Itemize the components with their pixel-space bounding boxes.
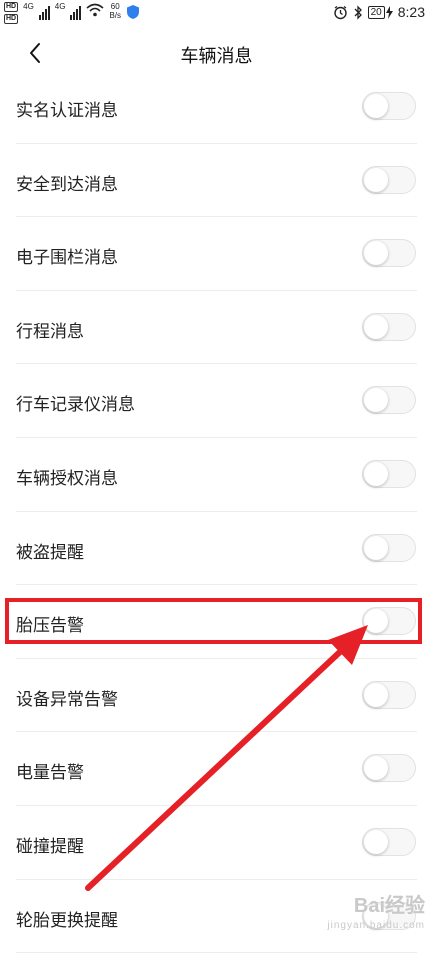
toggle-knob xyxy=(364,535,388,560)
net-type-2: 4G xyxy=(54,2,66,11)
settings-row: 碰撞提醒 xyxy=(0,806,433,880)
watermark-text: Bai经验 xyxy=(353,895,425,917)
net-speed: 60 B/s xyxy=(109,2,121,20)
toggle-knob xyxy=(364,94,388,118)
settings-row: 胎压告警 xyxy=(0,585,433,659)
settings-row: 电量告警 xyxy=(0,732,433,806)
setting-label: 电子围栏消息 xyxy=(16,248,118,269)
watermark: Bai经验 jingyan.baidu.com xyxy=(327,896,425,936)
status-left: HD HD 4G 4G 60 B/s xyxy=(4,2,140,24)
toggle-knob xyxy=(364,461,388,486)
setting-label: 碰撞提醒 xyxy=(16,836,84,857)
net-speed-value: 60 xyxy=(110,2,120,11)
toggle-switch[interactable] xyxy=(362,239,416,268)
sim-indicators: HD HD xyxy=(4,2,19,24)
settings-row: 车辆授权消息 xyxy=(0,438,433,512)
toggle-switch[interactable] xyxy=(362,92,416,120)
charging-icon xyxy=(385,5,393,19)
alarm-icon xyxy=(333,5,347,19)
settings-row: 安全到达消息 xyxy=(0,144,433,218)
toggle-knob xyxy=(364,388,388,413)
setting-label: 行程消息 xyxy=(16,321,84,342)
setting-label: 实名认证消息 xyxy=(16,101,118,121)
net-speed-unit: B/s xyxy=(109,11,122,20)
setting-label: 轮胎更换提醒 xyxy=(16,910,118,931)
setting-label: 电量告警 xyxy=(16,763,84,784)
settings-row: 行车记录仪消息 xyxy=(0,364,433,438)
toggle-knob xyxy=(364,609,388,634)
toggle-switch[interactable] xyxy=(362,459,416,488)
settings-row: 行程消息 xyxy=(0,291,433,365)
toggle-knob xyxy=(364,682,388,707)
toggle-switch[interactable] xyxy=(362,827,416,856)
setting-label: 被盗提醒 xyxy=(16,542,84,563)
setting-label: 车辆授权消息 xyxy=(16,468,118,489)
toggle-knob xyxy=(364,829,388,854)
settings-list: 实名认证消息 安全到达消息 电子围栏消息 行程消息行车记录仪消息 车辆授权消息 被盗提醒胎… xyxy=(0,70,433,953)
toggle-switch[interactable] xyxy=(362,165,416,194)
setting-label: 胎压告警 xyxy=(16,616,84,637)
battery-icon: 20 xyxy=(367,5,385,19)
status-right: 20 8:23 xyxy=(333,4,425,20)
hd-icon: HD xyxy=(4,14,19,24)
toggle-switch[interactable] xyxy=(362,607,416,636)
settings-row: 电子围栏消息 xyxy=(0,217,433,291)
toggle-switch[interactable] xyxy=(362,680,416,709)
watermark-sub: jingyan.baidu.com xyxy=(327,920,425,931)
settings-row: 被盗提醒 xyxy=(0,512,433,586)
signal-icon xyxy=(70,2,82,20)
toggle-switch[interactable] xyxy=(362,533,416,562)
settings-row: 实名认证消息 xyxy=(0,70,433,144)
status-bar: HD HD 4G 4G 60 B/s 20 8:23 xyxy=(0,0,433,26)
setting-label: 设备异常告警 xyxy=(16,689,118,710)
toggle-knob xyxy=(364,167,388,192)
toggle-knob xyxy=(364,241,388,266)
toggle-knob xyxy=(364,314,388,339)
bluetooth-icon xyxy=(354,4,362,20)
clock-time: 8:23 xyxy=(397,4,425,20)
page-title: 车辆消息 xyxy=(180,46,253,67)
settings-row: 设备异常告警 xyxy=(0,659,433,733)
toggle-switch[interactable] xyxy=(362,312,416,341)
setting-label: 行车记录仪消息 xyxy=(16,395,135,416)
toggle-switch[interactable] xyxy=(362,754,416,783)
shield-icon xyxy=(127,5,140,19)
toggle-knob xyxy=(364,756,388,781)
toggle-switch[interactable] xyxy=(362,386,416,415)
sim1: HD xyxy=(4,2,19,12)
hd-icon: HD xyxy=(4,2,19,12)
signal-icon xyxy=(38,2,50,20)
net-type-1: 4G xyxy=(23,2,34,11)
sim2: HD xyxy=(4,14,19,24)
wifi-icon xyxy=(86,3,104,17)
setting-label: 安全到达消息 xyxy=(16,174,118,195)
